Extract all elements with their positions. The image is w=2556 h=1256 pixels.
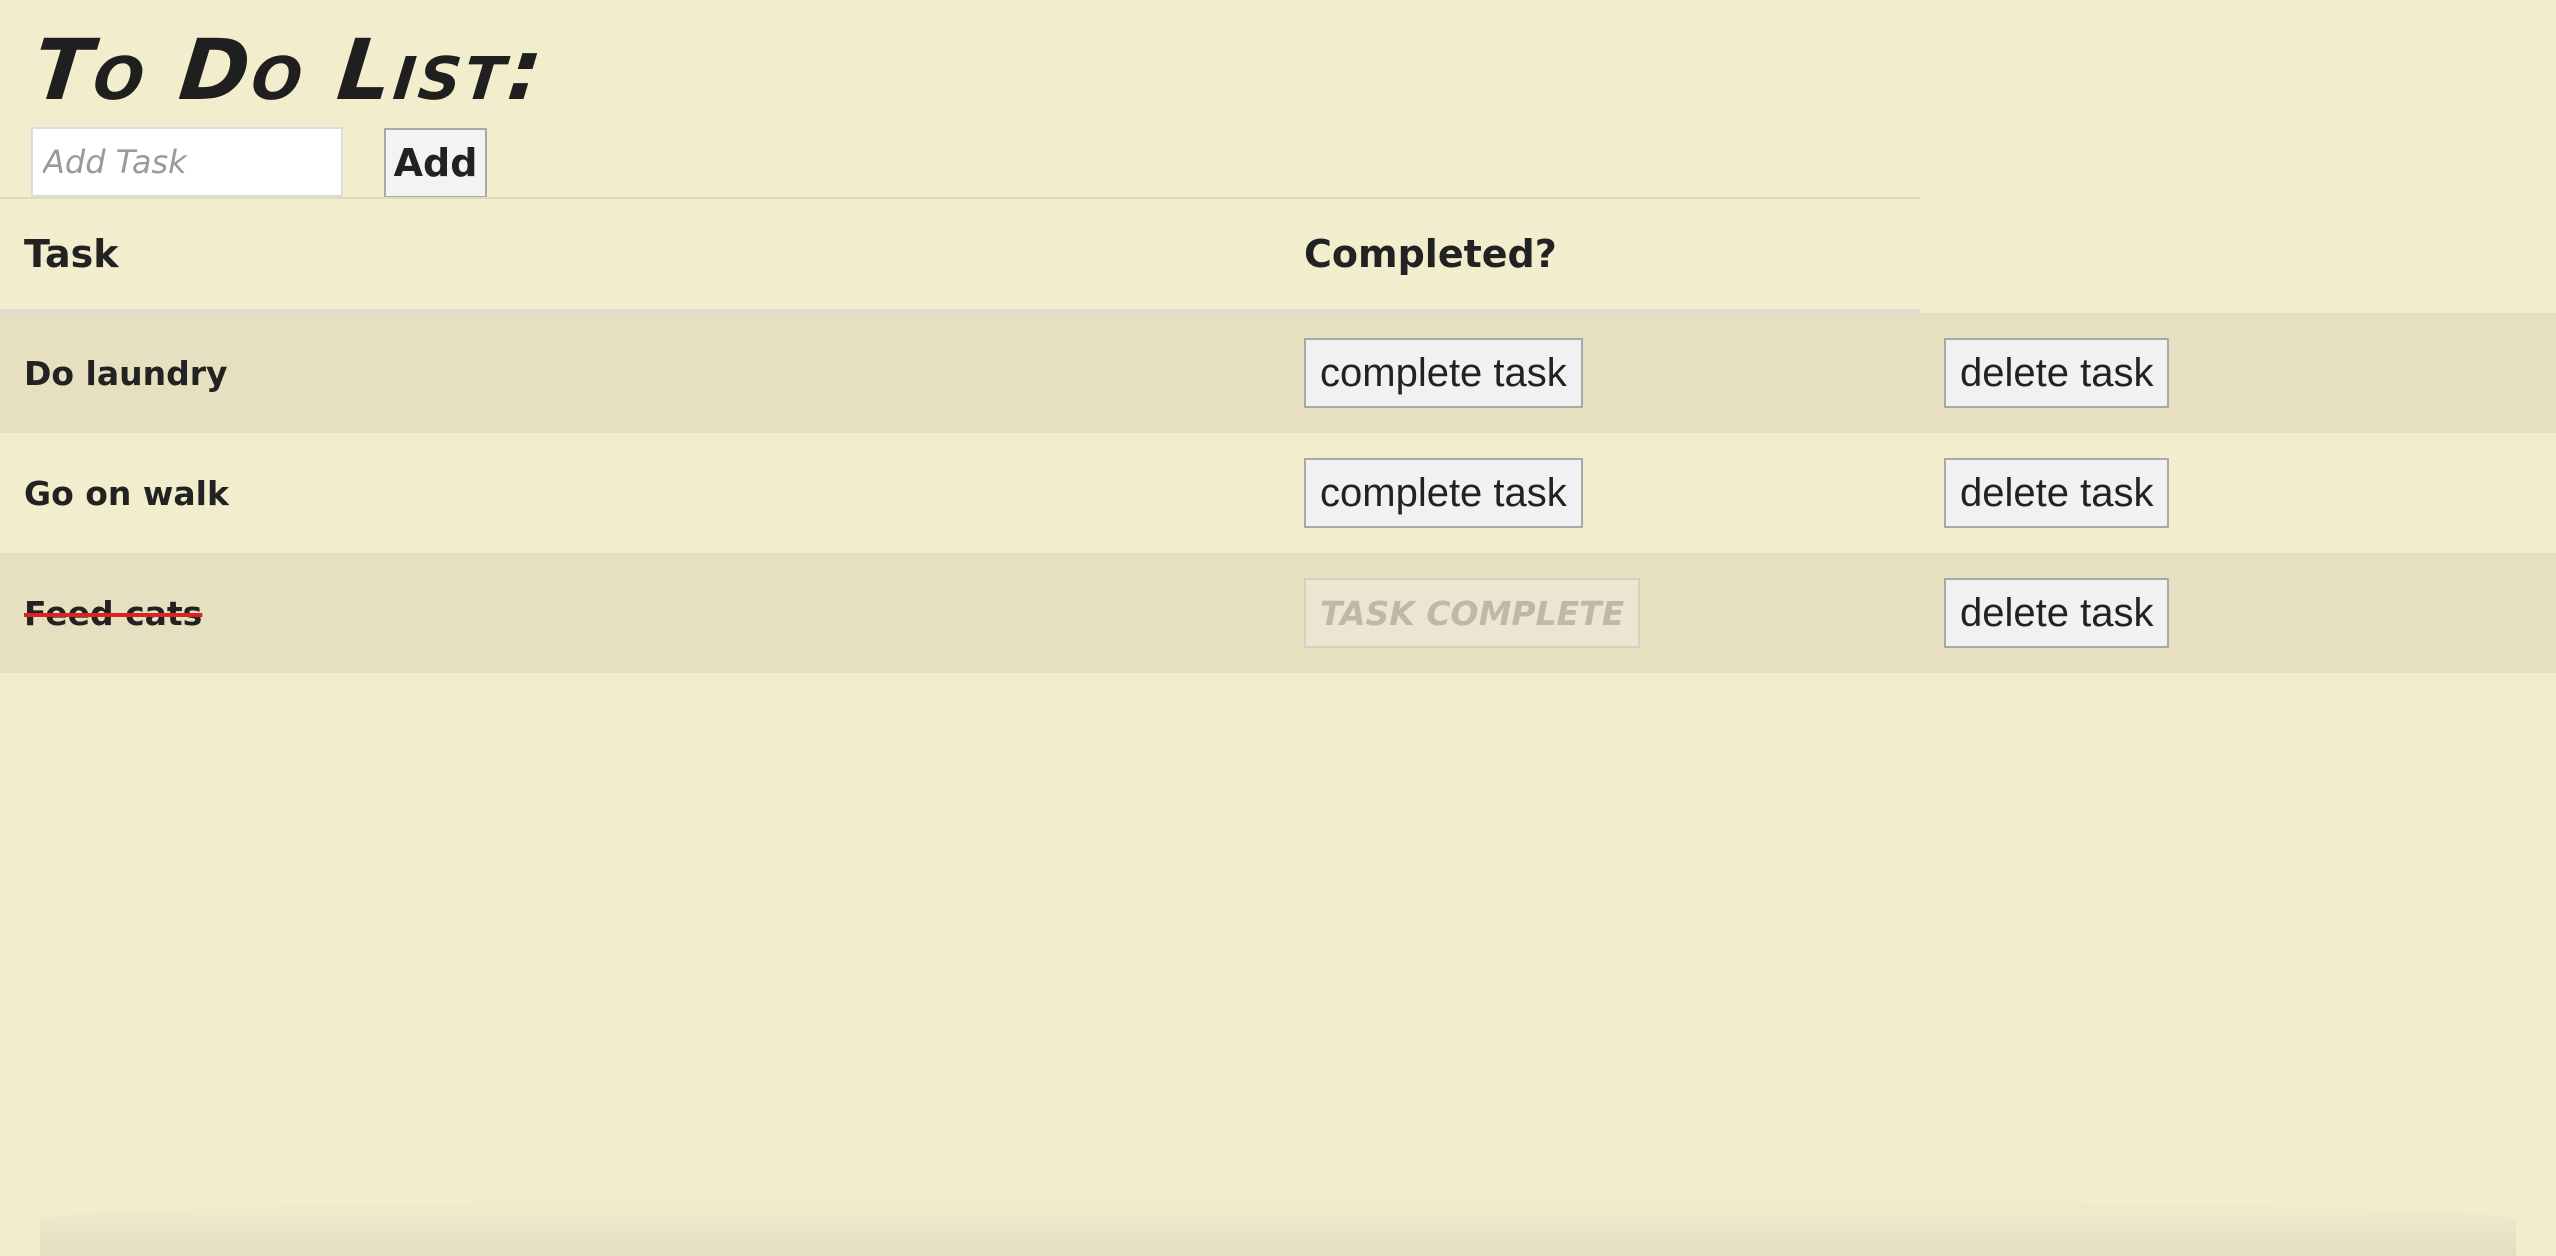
- task-table: Task Completed? Do laundry complete task…: [0, 197, 2556, 673]
- delete-cell: delete task: [1920, 311, 2556, 433]
- table-row: Do laundry complete task delete task: [0, 311, 2556, 433]
- task-name-completed: Feed cats: [24, 593, 203, 633]
- complete-task-button[interactable]: complete task: [1304, 338, 1583, 408]
- task-cell: Go on walk: [0, 433, 1280, 553]
- task-column-header: Task: [0, 197, 1280, 313]
- add-task-input[interactable]: [31, 127, 343, 197]
- table-row: Feed cats Task Complete delete task: [0, 553, 2556, 673]
- task-cell: Feed cats: [0, 553, 1280, 673]
- task-name: Go on walk: [24, 473, 229, 513]
- table-row: Go on walk complete task delete task: [0, 433, 2556, 553]
- completed-column-header: Completed?: [1280, 197, 1920, 313]
- task-cell: Do laundry: [0, 311, 1280, 433]
- actions-column-header: [1920, 198, 2556, 313]
- delete-task-button[interactable]: delete task: [1944, 458, 2170, 528]
- delete-cell: delete task: [1920, 433, 2556, 553]
- complete-cell: complete task: [1280, 311, 1920, 433]
- page-title: To Do List:: [29, 21, 551, 119]
- delete-task-button[interactable]: delete task: [1944, 578, 2170, 648]
- complete-cell: Task Complete: [1280, 553, 1920, 673]
- complete-cell: complete task: [1280, 433, 1920, 553]
- delete-task-button[interactable]: delete task: [1944, 338, 2170, 408]
- table-header-row: Task Completed?: [0, 197, 2556, 313]
- task-complete-button[interactable]: Task Complete: [1304, 578, 1641, 648]
- complete-task-button[interactable]: complete task: [1304, 458, 1583, 528]
- task-name: Do laundry: [24, 353, 228, 393]
- bottom-shadow: [40, 1196, 2516, 1256]
- add-task-button[interactable]: Add: [384, 128, 487, 198]
- delete-cell: delete task: [1920, 553, 2556, 673]
